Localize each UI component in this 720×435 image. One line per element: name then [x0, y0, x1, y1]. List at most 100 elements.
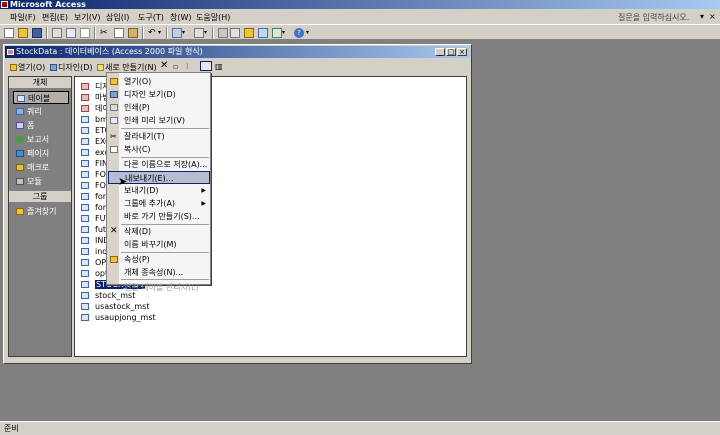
cut-icon: ✂ [110, 132, 117, 141]
app-titlebar: Microsoft Access [0, 0, 720, 9]
database-window-title: StockData : 데이터베이스 (Access 2000 파일 형식) [16, 47, 203, 56]
menu-item-add-to-group[interactable]: 그룹에 추가(A) ▶ [108, 197, 210, 210]
maximize-button[interactable]: □ [446, 48, 456, 56]
spelling-icon[interactable] [80, 28, 90, 38]
menu-item-linked-table-manager: 연결 테이블 관리자(L) [124, 283, 199, 292]
database-window-titlebar[interactable]: StockData : 데이터베이스 (Access 2000 파일 형식) _… [5, 46, 470, 58]
objects-bar-tables[interactable]: 테이블 [13, 91, 69, 104]
table-icon [81, 160, 89, 167]
table-icon [17, 95, 25, 102]
menu-item-delete[interactable]: ✕ 삭제(D) [108, 225, 210, 238]
properties-icon [110, 256, 118, 263]
menu-insert[interactable]: 삽입(I) [106, 12, 129, 23]
undo-icon[interactable]: ↶ [148, 28, 158, 38]
macro-icon [16, 164, 24, 171]
objects-bar-modules[interactable]: 모듈 [13, 175, 69, 188]
large-icons-view-icon[interactable]: ▫ [173, 62, 178, 71]
menu-separator [121, 279, 209, 280]
small-icons-view-icon[interactable]: ⁝ [186, 62, 189, 71]
analyze-icon[interactable] [194, 28, 204, 38]
objects-bar-pages[interactable]: 페이지 [13, 147, 69, 160]
objects-bar-queries[interactable]: 쿼리 [13, 105, 69, 118]
table-row[interactable]: usaupjong_mst [81, 312, 156, 323]
objects-bar-forms[interactable]: 폼 [13, 119, 69, 132]
toolbar-separator [166, 27, 168, 39]
status-text: 준비 [4, 424, 19, 433]
minimize-button[interactable]: _ [435, 48, 445, 56]
paste-icon[interactable] [128, 28, 138, 38]
database-toolbar: 열기(O) 디자인(D) 새로 만들기(N) ✕ ▫ ⁝ ▥ [5, 59, 470, 75]
table-row[interactable]: exc [81, 147, 109, 158]
details-view-icon[interactable]: ▥ [215, 62, 223, 71]
menu-item-properties[interactable]: 속성(P) [108, 253, 210, 266]
list-view-icon[interactable] [200, 61, 212, 71]
report-icon [16, 136, 24, 143]
chevron-down-icon[interactable]: ▾ [182, 28, 192, 38]
table-icon [81, 259, 89, 266]
help-icon[interactable]: ? [294, 28, 304, 38]
app-title: Microsoft Access [10, 0, 86, 9]
table-icon [81, 215, 89, 222]
print-icon[interactable] [52, 28, 62, 38]
table-icon [81, 281, 89, 288]
properties-icon[interactable] [244, 28, 254, 38]
objects-bar-reports[interactable]: 보고서 [13, 133, 69, 146]
groups-header: 그룹 [9, 191, 71, 203]
menu-separator [121, 128, 209, 129]
table-icon [81, 303, 89, 310]
chevron-down-icon[interactable]: ▾ [282, 28, 292, 38]
menu-item-save-as[interactable]: 다른 이름으로 저장(A)... [108, 158, 210, 171]
design-icon [110, 91, 118, 98]
design-button[interactable]: 디자인(D) [50, 62, 92, 73]
objects-bar: 개체 테이블 쿼리 폼 보고서 페이지 매크로 모듈 그룹 즐겨찾기 [8, 76, 72, 357]
menu-view[interactable]: 보기(V) [74, 12, 100, 23]
menu-item-cut[interactable]: ✂ 잘라내기(T) [108, 130, 210, 143]
access-app-icon [1, 1, 8, 8]
ask-dropdown-icon[interactable]: ▾ [700, 12, 704, 21]
toolbar-separator [212, 27, 214, 39]
objects-bar-favorites[interactable]: 즐겨찾기 [13, 205, 69, 218]
save-icon[interactable] [32, 28, 42, 38]
close-button[interactable]: × [457, 48, 467, 56]
relationships-icon[interactable] [258, 28, 268, 38]
ask-question-box[interactable]: 질문을 입력하십시오. [618, 12, 689, 23]
new-icon [97, 64, 104, 71]
menu-tools[interactable]: 도구(T) [138, 12, 164, 23]
menu-window[interactable]: 창(W) [170, 12, 192, 23]
wizard-icon [81, 94, 89, 101]
table-row[interactable]: usastock_mst [81, 301, 149, 312]
code-icon[interactable] [218, 28, 228, 38]
toolbar-options-icon[interactable]: ▾ [306, 28, 316, 38]
menu-item-design-view[interactable]: 디자인 보기(D) [108, 88, 210, 101]
table-icon [81, 237, 89, 244]
menu-item-rename[interactable]: 이름 바꾸기(M) [108, 238, 210, 251]
objects-bar-macros[interactable]: 매크로 [13, 161, 69, 174]
form-icon [16, 122, 24, 129]
cut-icon[interactable]: ✂ [100, 28, 110, 38]
open-icon [10, 64, 17, 71]
query-icon [16, 108, 24, 115]
menu-help[interactable]: 도움말(H) [196, 12, 230, 23]
database-window: StockData : 데이터베이스 (Access 2000 파일 형식) _… [3, 44, 472, 364]
menu-edit[interactable]: 편집(E) [42, 12, 68, 23]
open-button[interactable]: 열기(O) [10, 62, 45, 73]
new-object-icon[interactable] [272, 28, 282, 38]
new-doc-icon[interactable] [4, 28, 14, 38]
open-folder-icon[interactable] [18, 28, 28, 38]
menu-item-print-preview[interactable]: 인쇄 미리 보기(V) [108, 114, 210, 127]
script-icon[interactable] [230, 28, 240, 38]
objects-header: 개체 [9, 77, 71, 89]
open-icon [110, 78, 118, 85]
menu-file[interactable]: 파일(F) [10, 12, 36, 23]
print-preview-icon[interactable] [66, 28, 76, 38]
menu-item-open[interactable]: 열기(O) [108, 75, 210, 88]
menu-item-create-shortcut[interactable]: 바로 가기 만들기(S)... [108, 210, 210, 223]
close-icon[interactable]: × [709, 12, 716, 21]
menu-item-object-dependencies[interactable]: 개체 종속성(N)... [108, 266, 210, 279]
menu-item-copy[interactable]: 복사(C) [108, 143, 210, 156]
copy-icon[interactable] [114, 28, 124, 38]
table-icon [81, 116, 89, 123]
menu-item-print[interactable]: 인쇄(P) [108, 101, 210, 114]
delete-toolbar-icon[interactable]: ✕ [160, 60, 168, 71]
office-links-icon[interactable] [172, 28, 182, 38]
